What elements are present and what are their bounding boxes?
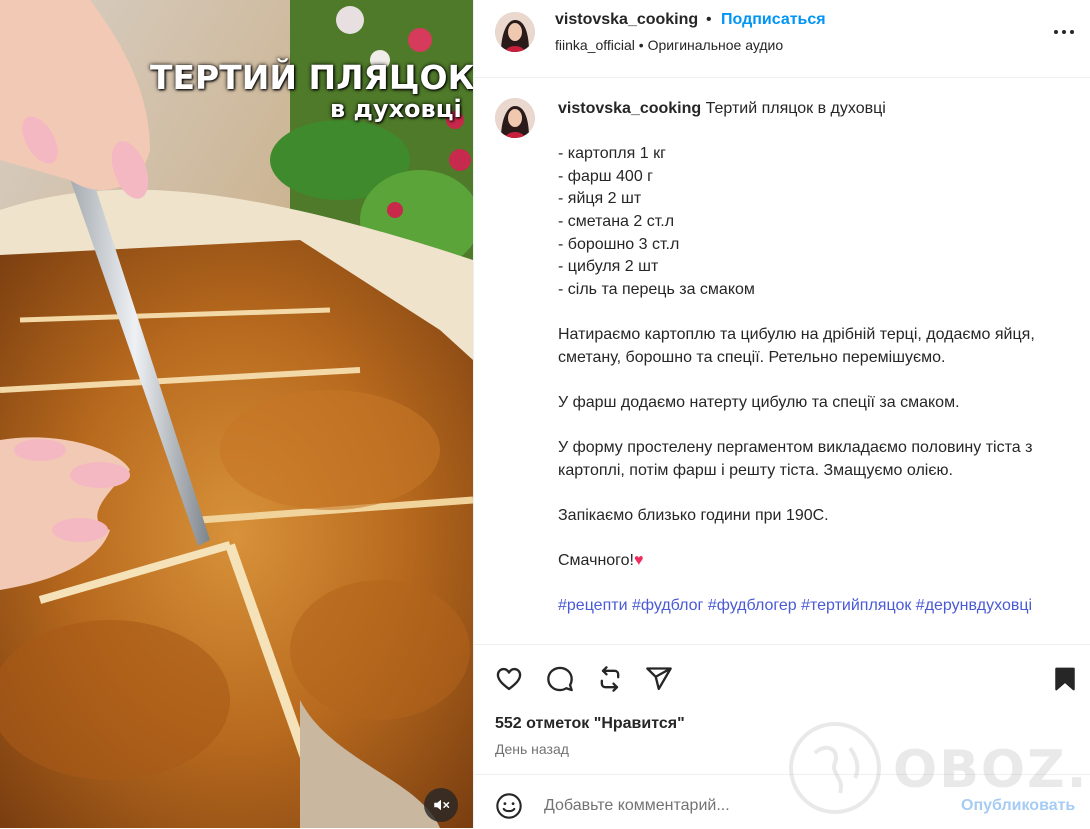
likes-count[interactable]: 552 отметок "Нравится" — [495, 715, 685, 733]
emoji-button[interactable] — [495, 792, 523, 825]
post-media[interactable]: ТЕРТИЙ ПЛЯЦОК в духовці — [0, 0, 473, 828]
caption-avatar[interactable] — [495, 98, 535, 138]
heart-emoji-icon: ♥ — [634, 551, 644, 569]
more-horizontal-icon — [1054, 30, 1074, 34]
repost-icon — [600, 666, 620, 692]
video-overlay-subtitle: в духовці — [330, 95, 462, 123]
follow-button[interactable]: Подписаться — [721, 11, 826, 29]
recipe-step: У фарш додаємо натерту цибулю та спеції … — [558, 393, 960, 411]
bookmark-icon — [1055, 667, 1075, 691]
recipe-step: Натираємо картоплю та цибулю на дрібній … — [558, 325, 1035, 366]
ingredient-item: - яйця 2 шт — [558, 190, 642, 208]
caption-section: vistovska_cooking Тертий пляцок в духовц… — [474, 78, 1090, 644]
audio-info: fiinka_official • Оригинальное аудио — [555, 37, 783, 53]
audio-separator: • — [638, 37, 648, 53]
post-timestamp[interactable]: День назад — [495, 741, 569, 757]
hashtag-link[interactable]: #фудблогер — [708, 597, 797, 614]
audio-label[interactable]: Оригинальное аудио — [648, 37, 784, 53]
hashtag-link[interactable]: #дерунвдуховці — [916, 597, 1032, 614]
ingredient-item: - сіль та перець за смаком — [558, 280, 755, 298]
avatar[interactable] — [495, 12, 535, 52]
ingredient-item: - цибуля 2 шт — [558, 258, 659, 276]
ingredient-item: - сметана 2 ст.л — [558, 212, 675, 230]
share-button[interactable] — [645, 665, 673, 698]
post-header: vistovska_cooking • Подписаться fiinka_o… — [474, 0, 1090, 78]
post-panel: vistovska_cooking • Подписаться fiinka_o… — [473, 0, 1090, 828]
ingredient-item: - фарш 400 г — [558, 167, 653, 185]
recipe-step: У форму простелену пергаментом викладаєм… — [558, 438, 1033, 479]
avatar-image — [495, 98, 535, 138]
ingredient-item: - борошно 3 ст.л — [558, 235, 680, 253]
hashtag-link[interactable]: #фудблог — [632, 597, 703, 614]
header-username[interactable]: vistovska_cooking — [555, 11, 698, 29]
like-button[interactable] — [495, 665, 523, 698]
comment-button[interactable] — [546, 665, 574, 698]
food-photo — [0, 0, 473, 828]
ingredient-item: - картопля 1 кг — [558, 145, 666, 163]
caption-username[interactable]: vistovska_cooking — [558, 100, 701, 117]
caption-text: vistovska_cooking Тертий пляцок в духовц… — [558, 98, 1078, 618]
recipe-step: Запікаємо близько години при 190С. — [558, 506, 829, 524]
comment-input[interactable]: Добавьте комментарий... — [544, 797, 730, 815]
action-bar: 552 отметок "Нравится" День назад — [474, 644, 1090, 775]
mute-button[interactable] — [424, 788, 458, 822]
header-separator: • — [706, 11, 712, 28]
comment-bar: Добавьте комментарий... Опубликовать — [474, 774, 1090, 829]
hashtag-link[interactable]: #тертийпляцок — [801, 597, 911, 614]
repost-button[interactable] — [596, 665, 624, 698]
video-overlay-title: ТЕРТИЙ ПЛЯЦОК — [150, 58, 473, 97]
save-button[interactable] — [1052, 665, 1078, 698]
avatar-image — [495, 12, 535, 52]
comment-icon — [547, 666, 573, 692]
hashtag-link[interactable]: #рецепти — [558, 597, 628, 614]
caption-title: Тертий пляцок в духовці — [705, 100, 886, 117]
hashtags: #рецепти #фудблог #фудблогер #тертийпляц… — [558, 595, 1078, 618]
heart-icon — [496, 667, 522, 691]
publish-button[interactable]: Опубликовать — [961, 797, 1075, 815]
caption-closing: Смачного! — [558, 551, 634, 569]
audio-author[interactable]: fiinka_official — [555, 37, 635, 53]
emoji-icon — [496, 793, 522, 819]
share-icon — [646, 667, 672, 691]
more-options-button[interactable] — [1049, 22, 1079, 42]
speaker-muted-icon — [434, 799, 450, 811]
